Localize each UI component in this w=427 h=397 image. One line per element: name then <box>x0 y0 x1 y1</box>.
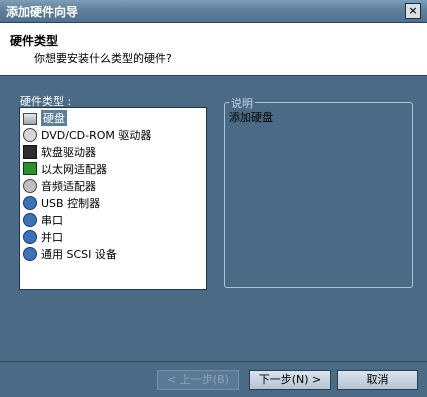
list-item-label: 通用 SCSI 设备 <box>41 247 117 261</box>
list-item-label: DVD/CD-ROM 驱动器 <box>41 128 152 142</box>
ethernet-adapter-icon <box>23 162 37 175</box>
list-item-label: 并口 <box>41 230 63 244</box>
list-item-floppy[interactable]: 软盘驱动器 <box>23 143 96 160</box>
hard-disk-icon <box>23 112 37 125</box>
serial-port-icon <box>23 212 37 227</box>
list-item-audio[interactable]: 音频适配器 <box>23 177 96 194</box>
list-item-label: USB 控制器 <box>41 196 101 210</box>
page-subtitle: 你想要安装什么类型的硬件? <box>34 52 172 65</box>
hardware-type-list[interactable]: 硬盘 DVD/CD-ROM 驱动器 软盘驱动器 以太网适配器 音频适配器 USB… <box>19 107 207 290</box>
next-button[interactable]: 下一步(N) > <box>249 370 331 390</box>
list-item-serial-port[interactable]: 串口 <box>23 211 63 228</box>
title-bar[interactable]: 添加硬件向导 × <box>0 0 427 23</box>
cancel-button[interactable]: 取消 <box>337 370 418 390</box>
list-item-parallel-port[interactable]: 并口 <box>23 228 63 245</box>
footer-divider <box>0 361 427 362</box>
list-item-dvd-cd-rom[interactable]: DVD/CD-ROM 驱动器 <box>23 126 151 143</box>
floppy-drive-icon <box>23 144 37 159</box>
list-item-label: 硬盘 <box>41 109 67 126</box>
list-item-usb[interactable]: USB 控制器 <box>23 194 100 211</box>
cd-drive-icon <box>23 127 37 142</box>
add-hardware-wizard-window: 添加硬件向导 × 硬件类型 你想要安装什么类型的硬件? 硬件类型 : 硬盘 DV… <box>0 0 427 397</box>
audio-adapter-icon <box>23 178 37 193</box>
list-item-label: 以太网适配器 <box>41 162 107 176</box>
scsi-icon <box>23 246 37 261</box>
list-item-label: 软盘驱动器 <box>41 145 96 159</box>
usb-icon <box>23 195 37 210</box>
parallel-port-icon <box>23 229 37 244</box>
description-text: 添加硬盘 <box>229 111 273 124</box>
back-button[interactable]: < 上一步(B) <box>157 370 239 390</box>
description-box <box>224 102 413 288</box>
wizard-header: 硬件类型 你想要安装什么类型的硬件? <box>0 23 427 76</box>
list-item-scsi[interactable]: 通用 SCSI 设备 <box>23 245 117 262</box>
list-item-label: 音频适配器 <box>41 179 96 193</box>
page-title: 硬件类型 <box>10 34 59 48</box>
list-item-label: 串口 <box>41 213 63 227</box>
close-icon[interactable]: × <box>405 3 421 19</box>
list-item-hard-disk[interactable]: 硬盘 <box>23 109 67 126</box>
window-title: 添加硬件向导 <box>6 5 79 19</box>
list-item-ethernet[interactable]: 以太网适配器 <box>23 160 107 177</box>
